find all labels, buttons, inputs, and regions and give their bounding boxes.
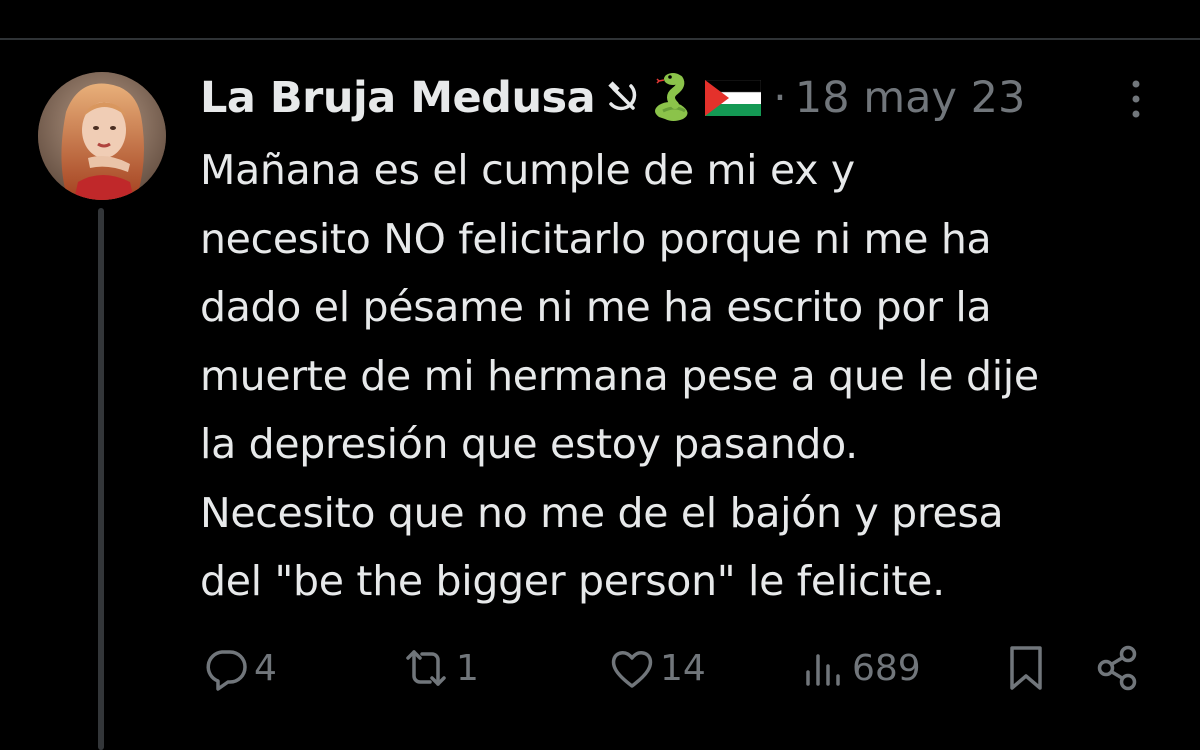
reply-icon bbox=[206, 650, 247, 691]
reply-button[interactable]: 4 bbox=[200, 640, 277, 696]
reply-count: 4 bbox=[254, 647, 277, 689]
avatar-image bbox=[38, 72, 166, 200]
avatar[interactable] bbox=[38, 72, 166, 200]
palestine-flag-icon bbox=[705, 80, 762, 116]
more-dots-icon bbox=[1132, 80, 1140, 118]
thread-line bbox=[98, 208, 104, 750]
top-divider bbox=[0, 38, 1200, 40]
bookmark-icon bbox=[1010, 646, 1042, 690]
separator-dot: · bbox=[773, 73, 787, 123]
tweet-timestamp[interactable]: 18 may 23 bbox=[795, 73, 1025, 123]
repost-button[interactable]: 1 bbox=[398, 640, 479, 696]
analytics-bars-icon bbox=[806, 654, 840, 686]
bookmark-button[interactable] bbox=[1004, 640, 1048, 696]
repost-count: 1 bbox=[456, 647, 479, 689]
like-button[interactable]: 14 bbox=[606, 640, 706, 696]
view-count: 689 bbox=[852, 647, 921, 689]
repost-icon bbox=[406, 650, 446, 686]
heart-icon bbox=[611, 651, 653, 688]
tweet-text: Mañana es el cumple de mi ex y necesito … bbox=[200, 146, 1039, 605]
snake-icon bbox=[645, 71, 699, 125]
like-count: 14 bbox=[660, 647, 706, 689]
share-icon bbox=[1097, 645, 1137, 691]
author-display-name[interactable]: La Bruja Medusa bbox=[200, 73, 596, 123]
views-button[interactable]: 689 bbox=[800, 640, 921, 696]
hammer-sickle-icon bbox=[605, 80, 641, 116]
tweet-header: La Bruja Medusa · 18 may 23 bbox=[200, 68, 1025, 128]
share-button[interactable] bbox=[1092, 640, 1144, 696]
more-options-button[interactable] bbox=[1118, 76, 1154, 122]
